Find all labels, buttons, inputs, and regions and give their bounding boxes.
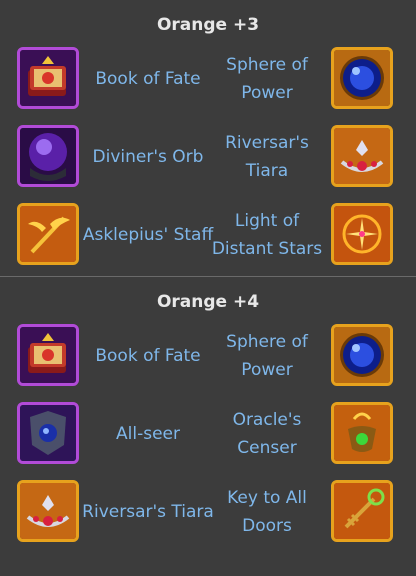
item-row: Diviner's Orb Riversar's Tiara bbox=[0, 122, 416, 200]
sphere-icon bbox=[331, 324, 393, 386]
item-cell[interactable]: Riversar's Tiara bbox=[0, 477, 214, 555]
section-title: Orange +4 bbox=[156, 292, 260, 312]
key-icon bbox=[331, 480, 393, 542]
item-label: Book of Fate bbox=[95, 69, 201, 89]
item-row: Riversar's Tiara Key to All Doors bbox=[0, 477, 416, 555]
item-label: All-seer bbox=[116, 424, 180, 444]
item-cell[interactable]: Riversar's Tiara bbox=[208, 122, 416, 200]
item-label: Diviner's Orb bbox=[92, 147, 204, 167]
book-icon bbox=[17, 47, 79, 109]
item-cell[interactable]: Asklepius' Staff bbox=[0, 200, 213, 278]
item-label: Asklepius' Staff bbox=[82, 225, 214, 245]
item-label: Oracle's Censer bbox=[232, 410, 302, 458]
item-cell[interactable]: Sphere of Power bbox=[208, 321, 416, 399]
item-cell[interactable]: Book of Fate bbox=[0, 44, 208, 122]
item-label: Sphere of Power bbox=[226, 55, 308, 103]
item-cell[interactable]: Diviner's Orb bbox=[0, 122, 208, 200]
star-light-icon bbox=[331, 203, 393, 265]
item-cell[interactable]: Book of Fate bbox=[0, 321, 208, 399]
item-row: Book of Fate Sphere of Power bbox=[0, 321, 416, 399]
item-cell[interactable]: Oracle's Censer bbox=[208, 399, 416, 477]
item-row: All-seer Oracle's Censer bbox=[0, 399, 416, 477]
staff-icon bbox=[17, 203, 79, 265]
item-label: Sphere of Power bbox=[226, 332, 308, 380]
all-seer-icon bbox=[17, 402, 79, 464]
item-cell[interactable]: Light of Distant Stars bbox=[208, 200, 416, 278]
item-label: Book of Fate bbox=[95, 346, 201, 366]
item-cell[interactable]: All-seer bbox=[0, 399, 208, 477]
tiara-icon bbox=[17, 480, 79, 542]
item-label: Light of Distant Stars bbox=[211, 211, 323, 259]
item-row: Asklepius' Staff Light of Distant Stars bbox=[0, 200, 416, 278]
book-icon bbox=[17, 324, 79, 386]
item-label: Riversar's Tiara bbox=[225, 133, 309, 181]
orb-icon bbox=[17, 125, 79, 187]
section-orange-3: Orange +3 Book of Fate Sphere of Power D… bbox=[0, 0, 416, 278]
censer-icon bbox=[331, 402, 393, 464]
item-row: Book of Fate Sphere of Power bbox=[0, 44, 416, 122]
section-title: Orange +3 bbox=[156, 15, 260, 35]
tiara-icon bbox=[331, 125, 393, 187]
item-label: Riversar's Tiara bbox=[82, 502, 214, 522]
sphere-icon bbox=[331, 47, 393, 109]
item-cell[interactable]: Sphere of Power bbox=[208, 44, 416, 122]
section-orange-4: Orange +4 Book of Fate Sphere of Power A… bbox=[0, 277, 416, 555]
item-label: Key to All Doors bbox=[227, 488, 307, 536]
item-cell[interactable]: Key to All Doors bbox=[208, 477, 416, 555]
